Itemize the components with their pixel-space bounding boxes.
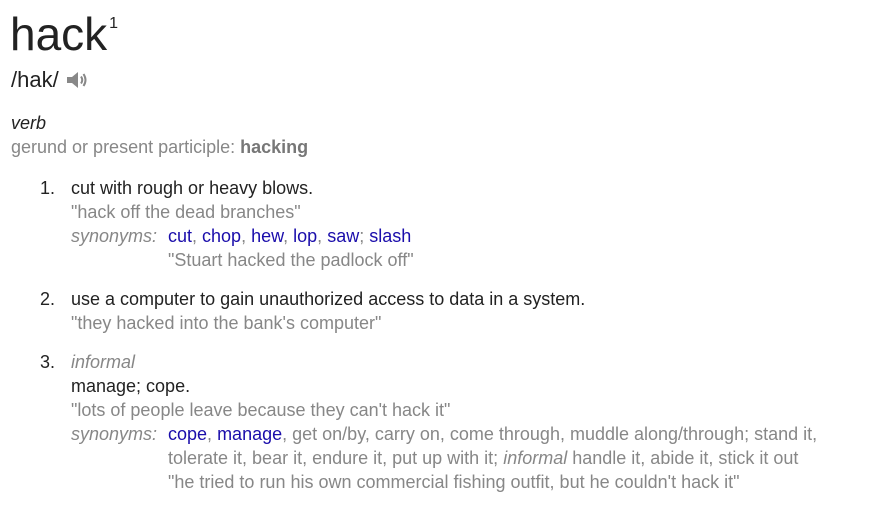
inflection-form: hacking (240, 137, 309, 157)
synonyms-list: cut, chop, hew, lop, saw; slash (168, 226, 412, 246)
inflection: gerund or present participle: hacking (11, 137, 308, 158)
sense-number: 2. (40, 289, 56, 309)
sense-definition: cut with rough or heavy blows. (71, 178, 314, 198)
synonyms-row: synonyms: cope, manage, get on/by, carry… (71, 422, 886, 446)
part-of-speech: verb (11, 113, 47, 133)
synonym-link[interactable]: manage (217, 424, 282, 444)
pronunciation-row: /hak/ (11, 66, 89, 94)
headword-text: hack (10, 8, 108, 60)
synonyms-text: handle it, abide it, stick it out (572, 448, 799, 468)
headword: hack 1 (10, 8, 118, 72)
synonyms-text: tolerate it, bear it, endure it, put up … (168, 448, 499, 468)
synonyms-register: informal (503, 448, 568, 468)
synonyms-label: synonyms: (71, 424, 158, 444)
synonym-example: "he tried to run his own commercial fish… (168, 472, 740, 492)
synonym-link[interactable]: cut (168, 226, 192, 246)
definition-list: 1. cut with rough or heavy blows. "hack … (40, 176, 886, 509)
synonyms-list: cope, manage, get on/by, carry on, come … (168, 424, 818, 444)
synonyms-row: synonyms: cut, chop, hew, lop, saw; slas… (71, 224, 886, 248)
sense-number: 1. (40, 178, 56, 198)
sense-example: "lots of people leave because they can't… (71, 400, 451, 420)
synonym-link[interactable]: saw (327, 226, 359, 246)
synonyms-label: synonyms: (71, 226, 158, 246)
sense-2: 2. use a computer to gain unauthorized a… (40, 287, 886, 335)
homograph-number: 1 (109, 15, 119, 32)
sense-definition: manage; cope. (71, 376, 191, 396)
sense-register: informal (71, 352, 136, 372)
speaker-icon[interactable] (65, 69, 89, 91)
synonym-link[interactable]: slash (369, 226, 411, 246)
synonym-link[interactable]: hew (251, 226, 283, 246)
sense-1: 1. cut with rough or heavy blows. "hack … (40, 176, 886, 272)
synonyms-text: get on/by, carry on, come through, muddl… (292, 424, 818, 444)
pronunciation: /hak/ (11, 67, 59, 92)
sense-number: 3. (40, 352, 56, 372)
synonym-link[interactable]: cope (168, 424, 207, 444)
synonyms-continued: tolerate it, bear it, endure it, put up … (71, 446, 886, 470)
sense-3: 3. informal manage; cope. "lots of peopl… (40, 350, 886, 494)
sense-example: "they hacked into the bank's computer" (71, 313, 382, 333)
synonym-link[interactable]: lop (293, 226, 317, 246)
sense-example: "hack off the dead branches" (71, 202, 301, 222)
synonym-link[interactable]: chop (202, 226, 241, 246)
inflection-label: gerund or present participle: (11, 137, 236, 157)
synonym-example: "Stuart hacked the padlock off" (168, 250, 414, 270)
sense-definition: use a computer to gain unauthorized acce… (71, 289, 586, 309)
